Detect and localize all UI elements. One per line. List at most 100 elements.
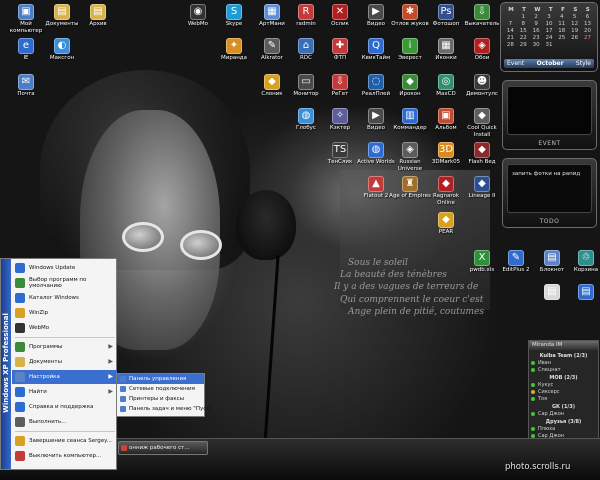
start-menu-item[interactable]: Завершение сеанса Sergey... <box>12 434 117 448</box>
miranda-group[interactable]: Kulba Team (2/3) <box>531 353 596 359</box>
submenu-item[interactable]: Принтеры и факсы <box>117 394 204 404</box>
submenu-arrow-icon: ▶ <box>108 388 113 395</box>
start-menu-item[interactable]: Выполнить... <box>12 415 117 429</box>
calendar-day[interactable]: 8 <box>517 21 529 27</box>
desktop-icon[interactable]: ◆ Lineage II <box>460 174 504 214</box>
skype-icon: S <box>226 4 242 20</box>
desktop-icon[interactable]: ◆ PEAR <box>424 210 468 250</box>
event-gadget[interactable]: EVENT <box>502 80 597 150</box>
calendar-day[interactable]: 1 <box>517 14 529 20</box>
status-dot-icon <box>531 382 535 387</box>
folder-icon: ▤ <box>54 4 70 20</box>
calendar-day[interactable]: 31 <box>543 42 555 48</box>
desktop-icon[interactable]: ◈ Обои <box>460 36 504 76</box>
submenu-item[interactable]: Панель управления <box>117 374 204 384</box>
event-footer: EVENT <box>538 140 561 147</box>
start-menu-item[interactable]: Справка и поддержка <box>12 400 117 414</box>
calendar-week-row: 7 8 9 10 11 12 13 <box>501 21 597 27</box>
calendar-day[interactable]: 20 <box>581 28 593 34</box>
album-icon: ▣ <box>438 108 454 124</box>
calendar-day[interactable]: 11 <box>556 21 568 27</box>
calendar-day[interactable]: 19 <box>569 28 581 34</box>
submenu-arrow-icon: ▶ <box>108 343 113 350</box>
start-menu-item[interactable]: WebMo <box>12 321 117 335</box>
todo-text[interactable]: запить фотки на рапид <box>507 164 592 213</box>
calendar-week-row: 123456 <box>501 14 597 20</box>
start-menu-item[interactable]: Выбор программ по умолчанию <box>12 276 117 290</box>
miranda-contact[interactable]: Кукус <box>531 381 596 388</box>
calendar-day[interactable]: 22 <box>517 35 529 41</box>
calendar-day[interactable]: 30 <box>530 42 542 48</box>
start-menu-item-icon <box>15 323 25 333</box>
miranda-icon: ✦ <box>226 38 242 54</box>
game-icon: ▲ <box>368 176 384 192</box>
rdc-icon: ⌂ <box>298 38 314 54</box>
miranda-contact[interactable]: Сар Джон <box>531 410 596 417</box>
taskbar-task-button[interactable]: онниж рабочего ст... <box>118 441 208 455</box>
miranda-contact[interactable]: Иван <box>531 359 596 366</box>
calendar-day[interactable]: 3 <box>543 14 555 20</box>
start-menu-item[interactable]: Документы ▶ <box>12 355 117 369</box>
quicktime-icon: Q <box>368 38 384 54</box>
start-menu-item[interactable]: Windows Update <box>12 261 117 275</box>
calendar-nav[interactable]: Event October Style <box>504 59 594 68</box>
miranda-contact-name: Сар Джон <box>538 410 565 417</box>
calendar-day[interactable]: 23 <box>530 35 542 41</box>
start-menu-item-label: Выбор программ по умолчанию <box>29 277 87 289</box>
icons-icon: ▦ <box>438 38 454 54</box>
start-menu-item[interactable]: Выключить компьютер... <box>12 449 117 463</box>
calendar-day[interactable]: 16 <box>530 28 542 34</box>
calendar-day[interactable]: 24 <box>543 35 555 41</box>
submenu-item[interactable]: Сетевые подключения <box>117 384 204 394</box>
worlds-icon: ◍ <box>368 142 384 158</box>
calendar-day[interactable]: 7 <box>504 21 516 27</box>
miranda-title[interactable]: Miranda IM <box>529 341 598 350</box>
start-menu-item[interactable]: Каталог Windows <box>12 291 117 305</box>
calendar-day[interactable]: 21 <box>504 35 516 41</box>
miranda-contact[interactable]: Тоя <box>531 395 596 402</box>
desktop-icon[interactable]: ✉ Почта <box>4 72 48 112</box>
game-icon: ♜ <box>402 176 418 192</box>
calendar-nav-right[interactable]: Style <box>576 60 591 67</box>
calendar-day[interactable]: 5 <box>569 14 581 20</box>
calendar-week-row: 21 22 23 24 25 26 27 <box>501 35 597 41</box>
miranda-contact[interactable]: Плюха <box>531 425 596 432</box>
calendar-day[interactable]: 29 <box>517 42 529 48</box>
webcam-icon: ◉ <box>190 4 206 20</box>
calendar-day[interactable]: 26 <box>569 35 581 41</box>
calendar-day[interactable]: 18 <box>556 28 568 34</box>
calendar-day[interactable]: 28 <box>504 42 516 48</box>
calendar-day[interactable]: 27 <box>581 35 593 41</box>
miranda-contact[interactable]: Спецнат <box>531 366 596 373</box>
start-menu-item[interactable]: Найти ▶ <box>12 385 117 399</box>
calendar-weekday: M <box>508 7 514 13</box>
miranda-contact-name: Плюха <box>538 425 556 432</box>
calendar-day[interactable]: 12 <box>569 21 581 27</box>
todo-gadget[interactable]: запить фотки на рапид TODO <box>502 158 597 228</box>
calendar-day[interactable]: 15 <box>517 28 529 34</box>
calendar-day[interactable]: 10 <box>543 21 555 27</box>
miranda-contact-name: Иван <box>538 359 552 366</box>
flash-icon: ◆ <box>474 142 490 158</box>
calendar-day <box>581 42 593 48</box>
desktop-icon[interactable]: ▤ <box>564 282 600 322</box>
start-menu-item[interactable]: Настройка ▶ <box>12 370 117 384</box>
start-menu-item[interactable]: WinZip <box>12 306 117 320</box>
start-menu-item[interactable]: Программы ▶ <box>12 340 117 354</box>
start-menu-item-icon <box>15 263 25 273</box>
ftp-icon: ✚ <box>332 38 348 54</box>
calendar-nav-left[interactable]: Event <box>507 60 524 67</box>
desktop-icon[interactable]: ◐ Максгон <box>40 36 84 76</box>
calendar-gadget[interactable]: MTWTFSS 1 2 3 4 5 6 7 8 9 10 11 12 13 14 15 16 17 18 19 20 2… <box>500 2 598 72</box>
miranda-contact[interactable]: Сиксерс <box>531 388 596 395</box>
submenu-item[interactable]: Панель задач и меню "Пуск" <box>117 404 212 414</box>
calendar-day[interactable]: 17 <box>543 28 555 34</box>
start-menu-item-icon <box>15 436 25 446</box>
calendar-day[interactable]: 13 <box>581 21 593 27</box>
calendar-day[interactable]: 25 <box>556 35 568 41</box>
calendar-day[interactable]: 9 <box>530 21 542 27</box>
calendar-day[interactable]: 4 <box>556 14 568 20</box>
calendar-day[interactable]: 6 <box>581 14 593 20</box>
calendar-day[interactable]: 2 <box>530 14 542 20</box>
calendar-day[interactable]: 14 <box>504 28 516 34</box>
